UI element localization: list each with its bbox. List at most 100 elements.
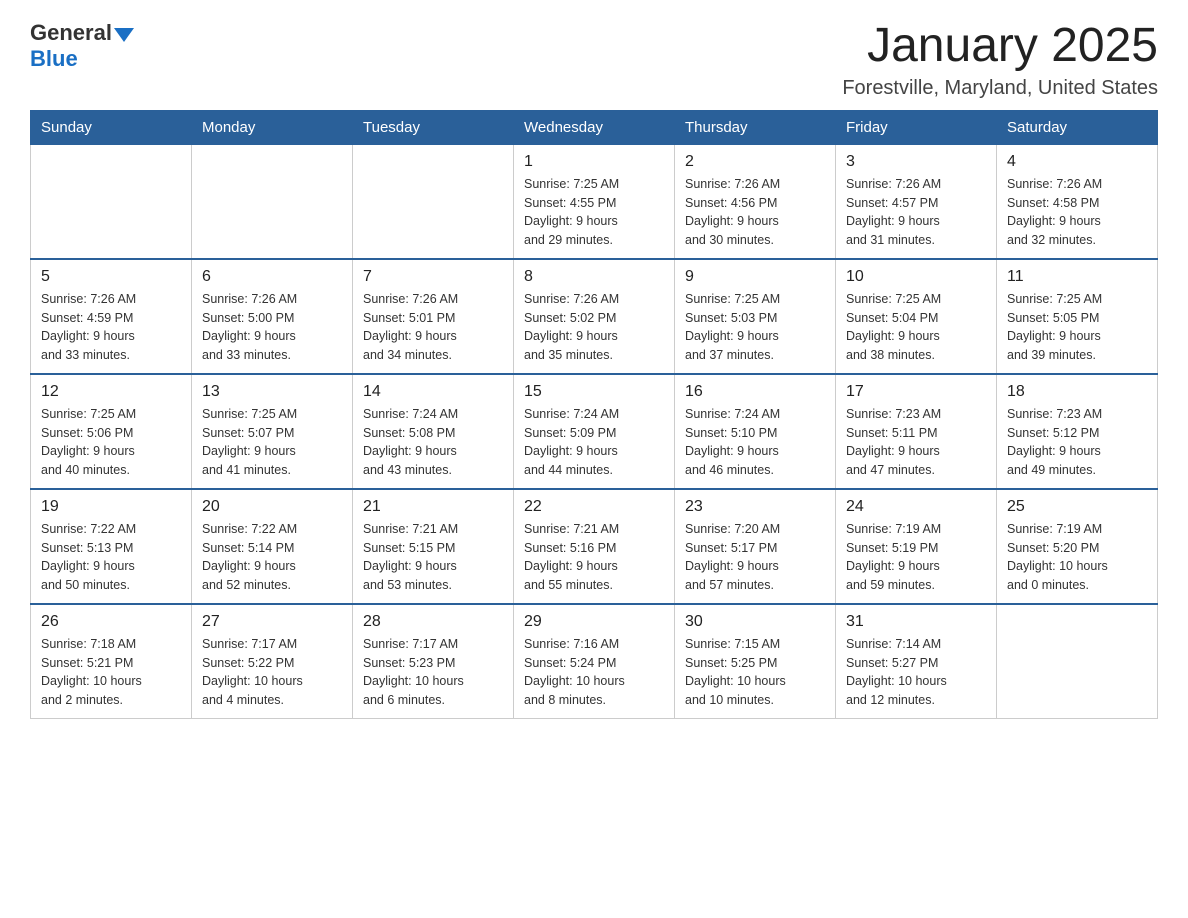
calendar-cell: 2 Sunrise: 7:26 AM Sunset: 4:56 PM Daylig… (675, 144, 836, 259)
column-header-monday: Monday (192, 110, 353, 144)
calendar-cell: 4 Sunrise: 7:26 AM Sunset: 4:58 PM Daylig… (997, 144, 1158, 259)
calendar-cell: 31 Sunrise: 7:14 AM Sunset: 5:27 PM Dayli… (836, 604, 997, 719)
calendar-cell (997, 604, 1158, 719)
day-info: Sunrise: 7:25 AM Sunset: 5:05 PM Dayligh… (1007, 290, 1147, 365)
day-number: 20 (202, 498, 342, 516)
day-info: Sunrise: 7:20 AM Sunset: 5:17 PM Dayligh… (685, 520, 825, 595)
day-number: 10 (846, 268, 986, 286)
logo-triangle-icon (114, 28, 134, 42)
day-info: Sunrise: 7:24 AM Sunset: 5:08 PM Dayligh… (363, 405, 503, 480)
calendar-cell: 11 Sunrise: 7:25 AM Sunset: 5:05 PM Dayli… (997, 259, 1158, 374)
column-header-saturday: Saturday (997, 110, 1158, 144)
calendar-cell: 10 Sunrise: 7:25 AM Sunset: 5:04 PM Dayli… (836, 259, 997, 374)
day-info: Sunrise: 7:15 AM Sunset: 5:25 PM Dayligh… (685, 635, 825, 710)
day-info: Sunrise: 7:17 AM Sunset: 5:22 PM Dayligh… (202, 635, 342, 710)
calendar-cell (353, 144, 514, 259)
day-info: Sunrise: 7:24 AM Sunset: 5:09 PM Dayligh… (524, 405, 664, 480)
calendar-cell: 21Sunrise: 7:21 AM Sunset: 5:15 PM Dayli… (353, 489, 514, 604)
day-number: 27 (202, 613, 342, 631)
calendar-cell: 17 Sunrise: 7:23 AM Sunset: 5:11 PM Dayli… (836, 374, 997, 489)
day-info: Sunrise: 7:25 AM Sunset: 5:03 PM Dayligh… (685, 290, 825, 365)
day-info: Sunrise: 7:22 AM Sunset: 5:13 PM Dayligh… (41, 520, 181, 595)
day-number: 21 (363, 498, 503, 516)
column-header-tuesday: Tuesday (353, 110, 514, 144)
day-info: Sunrise: 7:26 AM Sunset: 4:58 PM Dayligh… (1007, 175, 1147, 250)
calendar-cell: 15Sunrise: 7:24 AM Sunset: 5:09 PM Dayli… (514, 374, 675, 489)
column-header-wednesday: Wednesday (514, 110, 675, 144)
calendar-week-row: 1 Sunrise: 7:25 AM Sunset: 4:55 PM Daylig… (31, 144, 1158, 259)
day-number: 7 (363, 268, 503, 286)
calendar-week-row: 26Sunrise: 7:18 AM Sunset: 5:21 PM Dayli… (31, 604, 1158, 719)
logo-general-text: General (30, 20, 112, 46)
column-header-sunday: Sunday (31, 110, 192, 144)
day-info: Sunrise: 7:23 AM Sunset: 5:11 PM Dayligh… (846, 405, 986, 480)
day-info: Sunrise: 7:14 AM Sunset: 5:27 PM Dayligh… (846, 635, 986, 710)
day-number: 11 (1007, 268, 1147, 286)
calendar-cell: 26Sunrise: 7:18 AM Sunset: 5:21 PM Dayli… (31, 604, 192, 719)
column-header-thursday: Thursday (675, 110, 836, 144)
calendar-cell: 5Sunrise: 7:26 AM Sunset: 4:59 PM Daylig… (31, 259, 192, 374)
day-number: 22 (524, 498, 664, 516)
day-info: Sunrise: 7:25 AM Sunset: 5:06 PM Dayligh… (41, 405, 181, 480)
day-number: 1 (524, 153, 664, 171)
day-number: 16 (685, 383, 825, 401)
day-info: Sunrise: 7:26 AM Sunset: 5:01 PM Dayligh… (363, 290, 503, 365)
day-info: Sunrise: 7:26 AM Sunset: 5:02 PM Dayligh… (524, 290, 664, 365)
calendar-cell: 1 Sunrise: 7:25 AM Sunset: 4:55 PM Daylig… (514, 144, 675, 259)
calendar-cell: 24Sunrise: 7:19 AM Sunset: 5:19 PM Dayli… (836, 489, 997, 604)
day-number: 30 (685, 613, 825, 631)
title-section: January 2025 Forestville, Maryland, Unit… (842, 20, 1158, 100)
day-number: 31 (846, 613, 986, 631)
calendar-cell: 20 Sunrise: 7:22 AM Sunset: 5:14 PM Dayli… (192, 489, 353, 604)
day-info: Sunrise: 7:16 AM Sunset: 5:24 PM Dayligh… (524, 635, 664, 710)
day-number: 19 (41, 498, 181, 516)
calendar-cell: 28 Sunrise: 7:17 AM Sunset: 5:23 PM Dayli… (353, 604, 514, 719)
calendar-week-row: 12Sunrise: 7:25 AM Sunset: 5:06 PM Dayli… (31, 374, 1158, 489)
calendar-cell: 16 Sunrise: 7:24 AM Sunset: 5:10 PM Dayli… (675, 374, 836, 489)
day-info: Sunrise: 7:26 AM Sunset: 4:56 PM Dayligh… (685, 175, 825, 250)
day-number: 6 (202, 268, 342, 286)
calendar-header-row: SundayMondayTuesdayWednesdayThursdayFrid… (31, 110, 1158, 144)
day-info: Sunrise: 7:24 AM Sunset: 5:10 PM Dayligh… (685, 405, 825, 480)
day-info: Sunrise: 7:19 AM Sunset: 5:20 PM Dayligh… (1007, 520, 1147, 595)
calendar-cell (31, 144, 192, 259)
calendar-cell: 13Sunrise: 7:25 AM Sunset: 5:07 PM Dayli… (192, 374, 353, 489)
calendar-week-row: 5Sunrise: 7:26 AM Sunset: 4:59 PM Daylig… (31, 259, 1158, 374)
page-header: General Blue January 2025 Forestville, M… (30, 20, 1158, 100)
calendar-cell (192, 144, 353, 259)
calendar-cell: 27 Sunrise: 7:17 AM Sunset: 5:22 PM Dayli… (192, 604, 353, 719)
day-info: Sunrise: 7:21 AM Sunset: 5:16 PM Dayligh… (524, 520, 664, 595)
calendar-cell: 23Sunrise: 7:20 AM Sunset: 5:17 PM Dayli… (675, 489, 836, 604)
day-number: 4 (1007, 153, 1147, 171)
day-number: 9 (685, 268, 825, 286)
calendar-week-row: 19 Sunrise: 7:22 AM Sunset: 5:13 PM Dayli… (31, 489, 1158, 604)
month-title: January 2025 (842, 20, 1158, 73)
calendar-cell: 14 Sunrise: 7:24 AM Sunset: 5:08 PM Dayli… (353, 374, 514, 489)
day-info: Sunrise: 7:26 AM Sunset: 4:57 PM Dayligh… (846, 175, 986, 250)
day-number: 28 (363, 613, 503, 631)
calendar-table: SundayMondayTuesdayWednesdayThursdayFrid… (30, 110, 1158, 719)
calendar-cell: 8 Sunrise: 7:26 AM Sunset: 5:02 PM Daylig… (514, 259, 675, 374)
calendar-cell: 30 Sunrise: 7:15 AM Sunset: 5:25 PM Dayli… (675, 604, 836, 719)
calendar-cell: 3Sunrise: 7:26 AM Sunset: 4:57 PM Daylig… (836, 144, 997, 259)
day-number: 14 (363, 383, 503, 401)
calendar-cell: 29Sunrise: 7:16 AM Sunset: 5:24 PM Dayli… (514, 604, 675, 719)
day-info: Sunrise: 7:25 AM Sunset: 4:55 PM Dayligh… (524, 175, 664, 250)
day-info: Sunrise: 7:22 AM Sunset: 5:14 PM Dayligh… (202, 520, 342, 595)
day-number: 24 (846, 498, 986, 516)
calendar-cell: 12Sunrise: 7:25 AM Sunset: 5:06 PM Dayli… (31, 374, 192, 489)
day-info: Sunrise: 7:25 AM Sunset: 5:04 PM Dayligh… (846, 290, 986, 365)
day-number: 8 (524, 268, 664, 286)
day-info: Sunrise: 7:17 AM Sunset: 5:23 PM Dayligh… (363, 635, 503, 710)
calendar-cell: 18Sunrise: 7:23 AM Sunset: 5:12 PM Dayli… (997, 374, 1158, 489)
day-info: Sunrise: 7:26 AM Sunset: 4:59 PM Dayligh… (41, 290, 181, 365)
day-number: 18 (1007, 383, 1147, 401)
day-info: Sunrise: 7:18 AM Sunset: 5:21 PM Dayligh… (41, 635, 181, 710)
calendar-cell: 6 Sunrise: 7:26 AM Sunset: 5:00 PM Daylig… (192, 259, 353, 374)
day-info: Sunrise: 7:25 AM Sunset: 5:07 PM Dayligh… (202, 405, 342, 480)
location-title: Forestville, Maryland, United States (842, 77, 1158, 100)
day-number: 2 (685, 153, 825, 171)
day-info: Sunrise: 7:26 AM Sunset: 5:00 PM Dayligh… (202, 290, 342, 365)
calendar-cell: 19 Sunrise: 7:22 AM Sunset: 5:13 PM Dayli… (31, 489, 192, 604)
day-number: 17 (846, 383, 986, 401)
